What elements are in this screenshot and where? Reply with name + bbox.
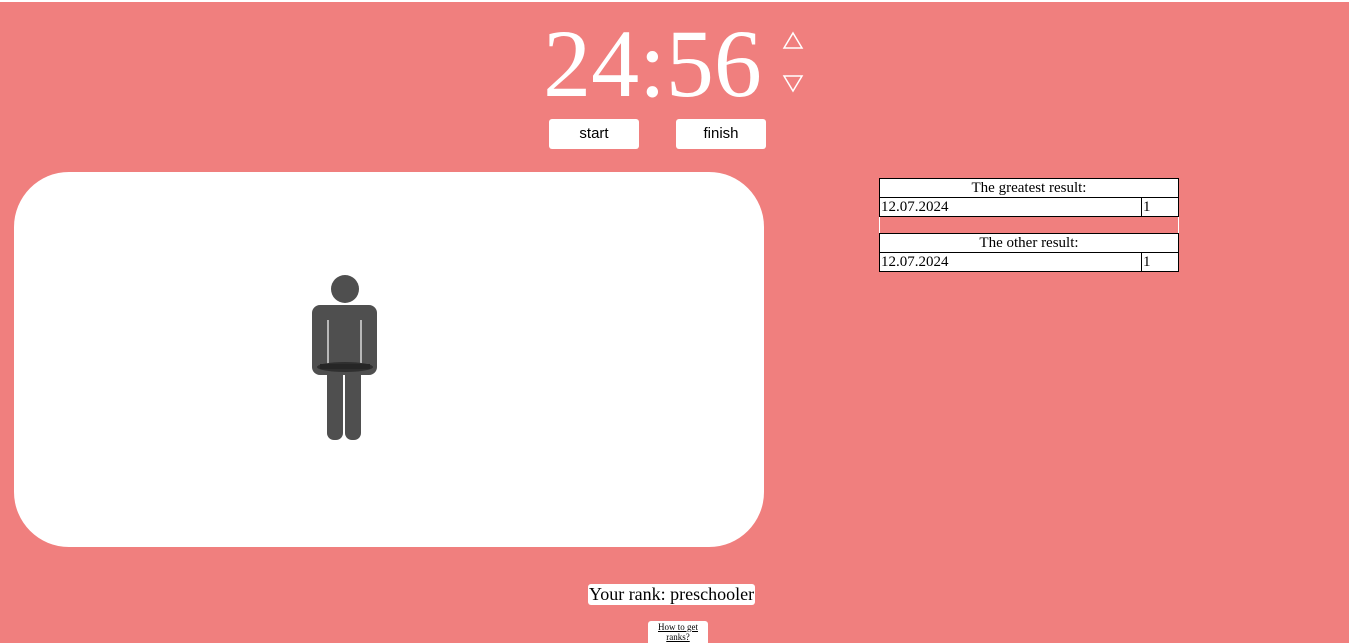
how-to-get-ranks-box: How to get ranks? (648, 621, 708, 643)
table-separator (879, 217, 1179, 233)
start-button[interactable]: start (549, 119, 639, 149)
increase-time-button[interactable] (782, 31, 804, 51)
table-row: 12.07.2024 1 (879, 197, 1179, 217)
activity-stage (14, 172, 764, 547)
greatest-result-title: The greatest result: (879, 178, 1179, 198)
other-result-title: The other result: (879, 233, 1179, 253)
result-value: 1 (1141, 252, 1179, 272)
result-date: 12.07.2024 (879, 252, 1142, 272)
person-figure-icon (312, 272, 382, 447)
greatest-result-table: The greatest result: 12.07.2024 1 (879, 178, 1179, 217)
triangle-up-icon (782, 31, 804, 51)
timer-display: 24:56 (543, 10, 762, 117)
results-panel: The greatest result: 12.07.2024 1 The ot… (879, 178, 1179, 272)
how-to-get-ranks-link[interactable]: How to get ranks? (658, 622, 698, 642)
top-border (0, 0, 1349, 2)
table-row: 12.07.2024 1 (879, 252, 1179, 272)
decrease-time-button[interactable] (782, 73, 804, 93)
other-result-table: The other result: 12.07.2024 1 (879, 233, 1179, 272)
finish-button[interactable]: finish (676, 119, 766, 149)
result-value: 1 (1141, 197, 1179, 217)
result-date: 12.07.2024 (879, 197, 1142, 217)
rank-label: Your rank: preschooler (588, 584, 756, 605)
triangle-down-icon (782, 73, 804, 93)
